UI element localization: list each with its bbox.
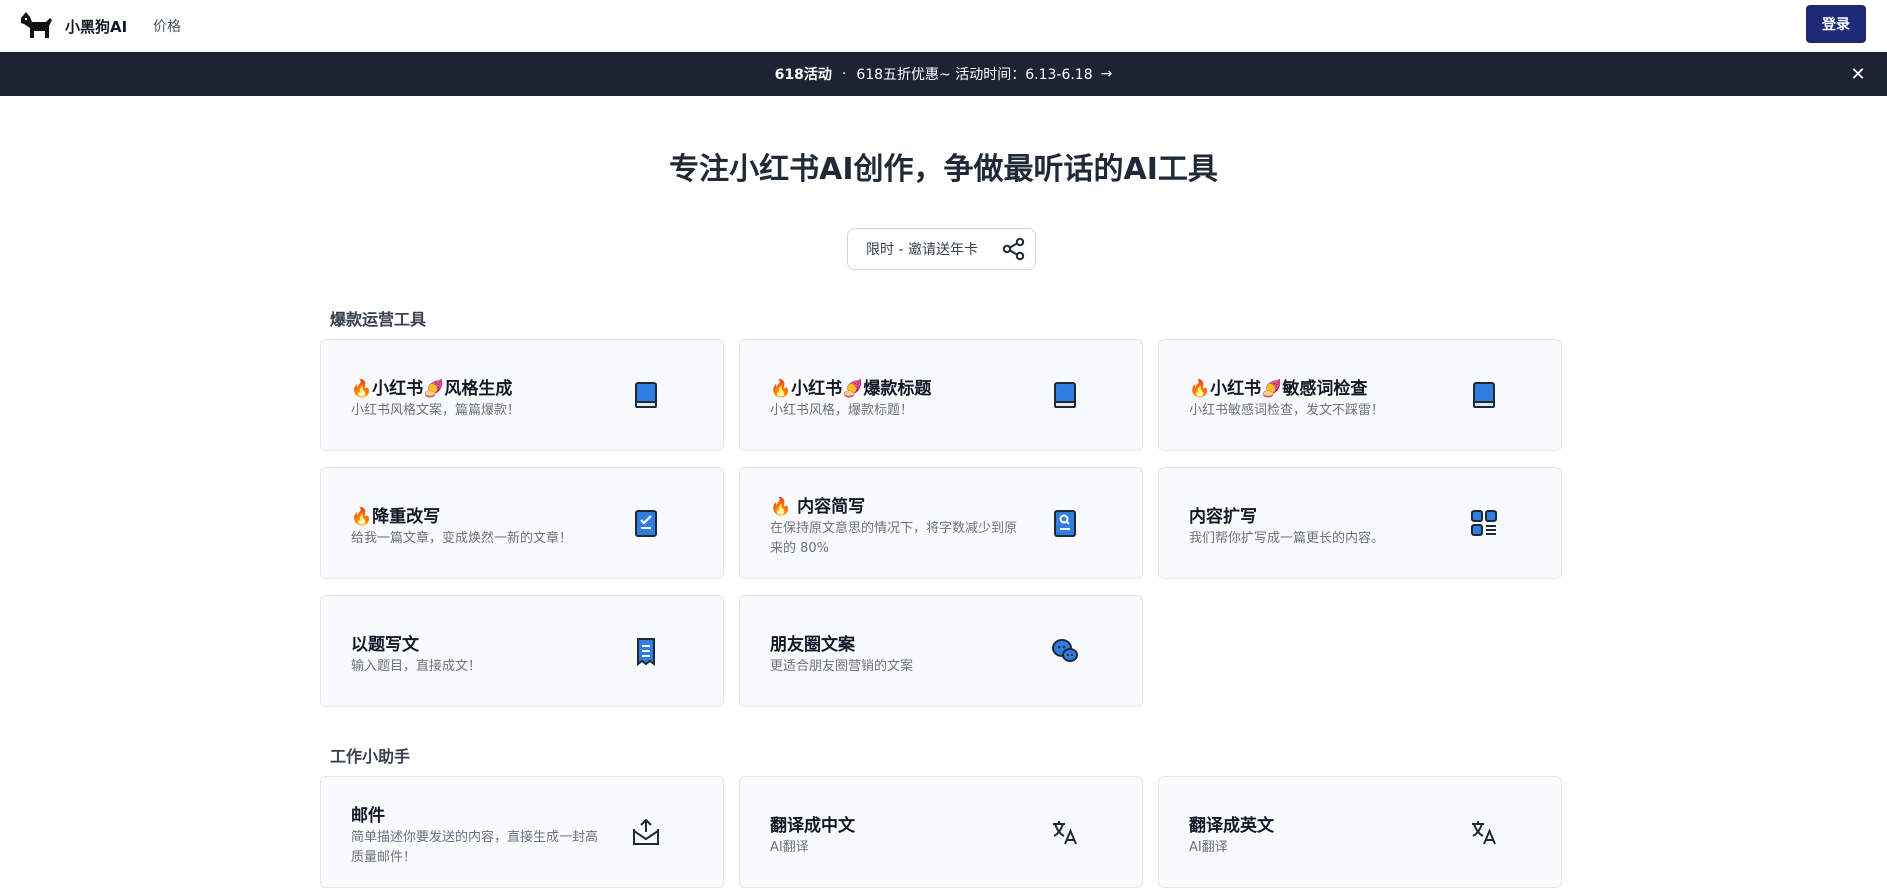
card-desc: 输入题目，直接成文！: [351, 659, 482, 674]
page-title: 专注小红书AI创作，争做最听话的AI工具: [669, 152, 1218, 187]
banner-text: 618五折优惠~ 活动时间：6.13-6.18: [856, 67, 1093, 83]
close-icon[interactable]: ✕: [1847, 63, 1869, 85]
card-desc: 给我一篇文章，变成焕然一新的文章！: [351, 531, 573, 546]
card-desc: 我们帮你扩写成一篇更长的内容。: [1189, 531, 1385, 546]
card-desc: 简单描述你要发送的内容，直接生成一封高质量邮件！: [351, 830, 599, 865]
mail-send-icon: [633, 818, 659, 845]
top-header: 小黑狗AI 价格 登录: [0, 0, 1887, 52]
tool-card-summarize[interactable]: 🔥 内容简写 在保持原文意思的情况下，将字数减少到原来的 80%: [739, 467, 1143, 579]
invite-label: 限时 - 邀请送年卡: [866, 242, 978, 258]
brand-name[interactable]: 小黑狗AI: [65, 16, 127, 37]
banner-event: 618活动: [774, 67, 832, 83]
card-title: 🔥小红书🍠敏感词检查: [1189, 379, 1368, 399]
tool-card-translate-zh[interactable]: 翻译成中文 AI翻译: [739, 776, 1143, 888]
login-button[interactable]: 登录: [1806, 5, 1866, 43]
card-title: 翻译成中文: [770, 816, 855, 836]
translate-icon: [1053, 821, 1077, 845]
card-title: 以题写文: [351, 635, 419, 655]
card-desc: AI翻译: [770, 840, 809, 855]
share-icon: [1002, 237, 1025, 261]
tool-card-email[interactable]: 邮件 简单描述你要发送的内容，直接生成一封高质量邮件！: [320, 776, 724, 888]
card-title: 邮件: [351, 806, 385, 826]
dog-logo-icon[interactable]: [18, 8, 56, 42]
tool-card-expand[interactable]: 内容扩写 我们帮你扩写成一篇更长的内容。: [1158, 467, 1562, 579]
invite-button[interactable]: 限时 - 邀请送年卡: [847, 228, 1036, 270]
promo-banner[interactable]: 618活动 · 618五折优惠~ 活动时间：6.13-6.18 → ✕: [0, 52, 1887, 96]
card-desc: 小红书风格，爆款标题！: [770, 403, 914, 418]
card-desc: AI翻译: [1189, 840, 1228, 855]
translate-icon: [1472, 821, 1496, 845]
chat-bubbles-icon: [1052, 639, 1078, 662]
book-icon: [1473, 382, 1495, 408]
card-title: 翻译成英文: [1189, 816, 1274, 836]
tool-card-moments[interactable]: 朋友圈文案 更适合朋友圈营销的文案: [739, 595, 1143, 707]
tool-card-translate-en[interactable]: 翻译成英文 AI翻译: [1158, 776, 1562, 888]
tool-card-xhs-title[interactable]: 🔥小红书🍠爆款标题 小红书风格，爆款标题！: [739, 339, 1143, 451]
section-title-work-assistant: 工作小助手: [330, 747, 411, 766]
nav-link-price[interactable]: 价格: [153, 16, 181, 36]
tool-card-topic-write[interactable]: 以题写文 输入题目，直接成文！: [320, 595, 724, 707]
card-title: 🔥小红书🍠风格生成: [351, 379, 513, 399]
tool-card-rewrite[interactable]: 🔥降重改写 给我一篇文章，变成焕然一新的文章！: [320, 467, 724, 579]
card-title: 🔥降重改写: [351, 507, 441, 527]
section-title-operations: 爆款运营工具: [330, 310, 427, 329]
card-desc: 小红书风格文案，篇篇爆款！: [351, 403, 521, 418]
receipt-icon: [637, 638, 655, 666]
clipboard-check-icon: [635, 510, 657, 537]
card-desc: 小红书敏感词检查，发文不踩雷！: [1189, 403, 1385, 418]
card-title: 内容扩写: [1189, 507, 1257, 527]
document-search-icon: [1054, 510, 1076, 537]
card-title: 朋友圈文案: [770, 635, 855, 655]
tool-card-xhs-style[interactable]: 🔥小红书🍠风格生成 小红书风格文案，篇篇爆款！: [320, 339, 724, 451]
card-title: 🔥 内容简写: [770, 497, 866, 517]
card-desc: 更适合朋友圈营销的文案: [770, 659, 914, 674]
arrow-right-icon: →: [1100, 66, 1113, 82]
banner-separator: ·: [841, 66, 847, 82]
card-desc: 在保持原文意思的情况下，将字数减少到原来的 80%: [770, 521, 1018, 556]
book-icon: [635, 382, 657, 408]
grid-list-icon: [1471, 510, 1497, 536]
book-icon: [1054, 382, 1076, 408]
tool-card-xhs-sensitive[interactable]: 🔥小红书🍠敏感词检查 小红书敏感词检查，发文不踩雷！: [1158, 339, 1562, 451]
card-title: 🔥小红书🍠爆款标题: [770, 379, 932, 399]
